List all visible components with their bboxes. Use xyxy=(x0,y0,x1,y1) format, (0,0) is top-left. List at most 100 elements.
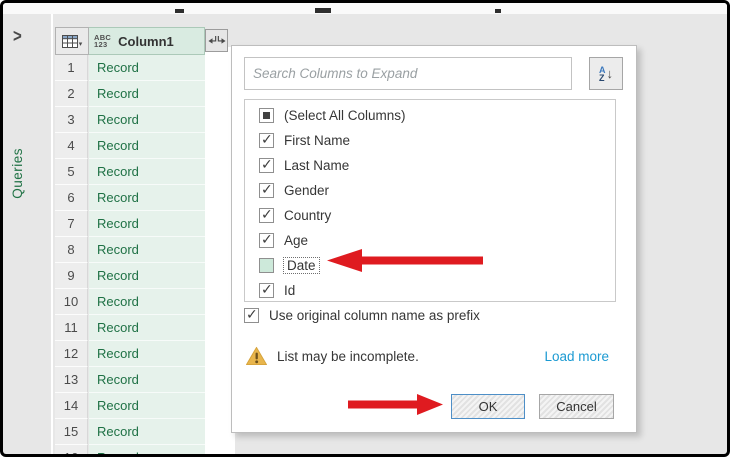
column-option[interactable]: Id xyxy=(245,278,615,301)
cutoff-text-artifact xyxy=(315,8,331,13)
row-number-cell[interactable]: 9 xyxy=(55,263,88,289)
column-checkbox[interactable] xyxy=(259,131,274,148)
table-row: 15 Record xyxy=(55,419,205,445)
column-checkbox[interactable] xyxy=(259,156,274,173)
table-grid-icon xyxy=(61,34,78,48)
column-option-label: First Name xyxy=(284,133,351,148)
warning-icon xyxy=(246,346,267,366)
column-checkbox[interactable] xyxy=(259,231,274,248)
table-row: 2 Record xyxy=(55,81,205,107)
record-cell[interactable]: Record xyxy=(89,263,205,289)
column-option[interactable]: (Select All Columns) xyxy=(245,103,615,128)
row-number-cell[interactable]: 12 xyxy=(55,341,88,367)
table-body: 1 Record 2 Record 3 Record 4 Record 5 Re… xyxy=(55,55,205,454)
column-option-label: Age xyxy=(284,233,309,248)
cancel-button[interactable]: Cancel xyxy=(539,394,614,419)
load-more-link[interactable]: Load more xyxy=(544,349,609,364)
record-cell[interactable]: Record xyxy=(89,159,205,185)
row-number-cell[interactable]: 5 xyxy=(55,159,88,185)
record-cell[interactable]: Record xyxy=(89,315,205,341)
ok-button[interactable]: OK xyxy=(451,394,525,419)
ribbon-cutoff-strip xyxy=(3,3,727,14)
table-row: 12 Record xyxy=(55,341,205,367)
record-cell[interactable]: Record xyxy=(89,419,205,445)
column-checkbox[interactable] xyxy=(259,181,274,198)
table-row: 14 Record xyxy=(55,393,205,419)
sort-az-button[interactable]: A Z ↓ xyxy=(589,57,623,90)
warning-text: List may be incomplete. xyxy=(277,348,419,364)
record-cell[interactable]: Record xyxy=(89,393,205,419)
dropdown-arrow-icon: ▾ xyxy=(78,41,83,48)
annotation-arrow-date xyxy=(327,249,483,272)
row-number-cell[interactable]: 10 xyxy=(55,289,88,315)
row-number-cell[interactable]: 6 xyxy=(55,185,88,211)
table-row: 6 Record xyxy=(55,185,205,211)
row-number-cell[interactable]: 8 xyxy=(55,237,88,263)
expand-pane-chevron-icon[interactable]: > xyxy=(13,26,22,47)
column-title: Column1 xyxy=(118,33,174,49)
cutoff-text-artifact xyxy=(175,9,184,13)
expand-column-button[interactable] xyxy=(205,29,228,52)
record-cell[interactable]: Record xyxy=(89,341,205,367)
record-cell[interactable]: Record xyxy=(89,445,205,454)
row-number-cell[interactable]: 13 xyxy=(55,367,88,393)
record-cell[interactable]: Record xyxy=(89,237,205,263)
prefix-option[interactable]: Use original column name as prefix xyxy=(244,306,480,323)
record-cell[interactable]: Record xyxy=(89,81,205,107)
table-row: 8 Record xyxy=(55,237,205,263)
column-option-label: Country xyxy=(284,208,332,223)
expand-columns-popup: A Z ↓ (Select All Columns) First Name L xyxy=(231,45,637,433)
column-option[interactable]: Last Name xyxy=(245,153,615,178)
table-row: 1 Record xyxy=(55,55,205,81)
row-number-cell[interactable]: 15 xyxy=(55,419,88,445)
column-option[interactable]: First Name xyxy=(245,128,615,153)
table-row: 16 Record xyxy=(55,445,205,454)
column-header-column1[interactable]: ABC 123 Column1 xyxy=(89,27,205,55)
column-option-label: Last Name xyxy=(284,158,350,173)
pane-divider xyxy=(51,14,53,454)
row-number-cell[interactable]: 14 xyxy=(55,393,88,419)
search-columns-input[interactable] xyxy=(244,57,572,90)
table-row: 4 Record xyxy=(55,133,205,159)
prefix-checkbox[interactable] xyxy=(244,306,259,323)
record-cell[interactable]: Record xyxy=(89,107,205,133)
row-number-cell[interactable]: 4 xyxy=(55,133,88,159)
record-cell[interactable]: Record xyxy=(89,55,205,81)
table-row: 7 Record xyxy=(55,211,205,237)
table-row: 10 Record xyxy=(55,289,205,315)
column-option-label: Id xyxy=(284,283,296,298)
table-row: 11 Record xyxy=(55,315,205,341)
row-number-cell[interactable]: 16 xyxy=(55,445,88,454)
record-cell[interactable]: Record xyxy=(89,367,205,393)
column-option-label: (Select All Columns) xyxy=(284,108,406,123)
sort-arrow-icon: ↓ xyxy=(606,66,614,81)
row-number-cell[interactable]: 2 xyxy=(55,81,88,107)
row-number-cell[interactable]: 11 xyxy=(55,315,88,341)
expand-arrows-icon xyxy=(207,36,226,44)
column-checkbox[interactable] xyxy=(259,281,274,298)
record-cell[interactable]: Record xyxy=(89,211,205,237)
sort-az-icon: A Z xyxy=(599,64,606,83)
record-cell[interactable]: Record xyxy=(89,289,205,315)
row-number-cell[interactable]: 7 xyxy=(55,211,88,237)
screenshot-frame: > Queries ▾ ABC 123 Column1 1 Record 2 R… xyxy=(0,0,730,457)
column-option[interactable]: Gender xyxy=(245,178,615,203)
row-number-cell[interactable]: 1 xyxy=(55,55,88,81)
column-option-label: Date xyxy=(283,257,320,274)
row-number-cell[interactable]: 3 xyxy=(55,107,88,133)
table-row: 5 Record xyxy=(55,159,205,185)
table-row: 13 Record xyxy=(55,367,205,393)
annotation-arrow-ok xyxy=(348,394,443,415)
power-query-editor: > Queries ▾ ABC 123 Column1 1 Record 2 R… xyxy=(3,3,727,454)
table-menu-button[interactable]: ▾ xyxy=(55,27,89,55)
column-option[interactable]: Country xyxy=(245,203,615,228)
table-row: 3 Record xyxy=(55,107,205,133)
column-checkbox[interactable] xyxy=(259,108,274,123)
record-cell[interactable]: Record xyxy=(89,133,205,159)
record-cell[interactable]: Record xyxy=(89,185,205,211)
cutoff-text-artifact xyxy=(495,9,501,13)
column-checkbox[interactable] xyxy=(259,206,274,223)
column-checkbox[interactable] xyxy=(259,258,274,273)
column-option-label: Gender xyxy=(284,183,330,198)
table-row: 9 Record xyxy=(55,263,205,289)
